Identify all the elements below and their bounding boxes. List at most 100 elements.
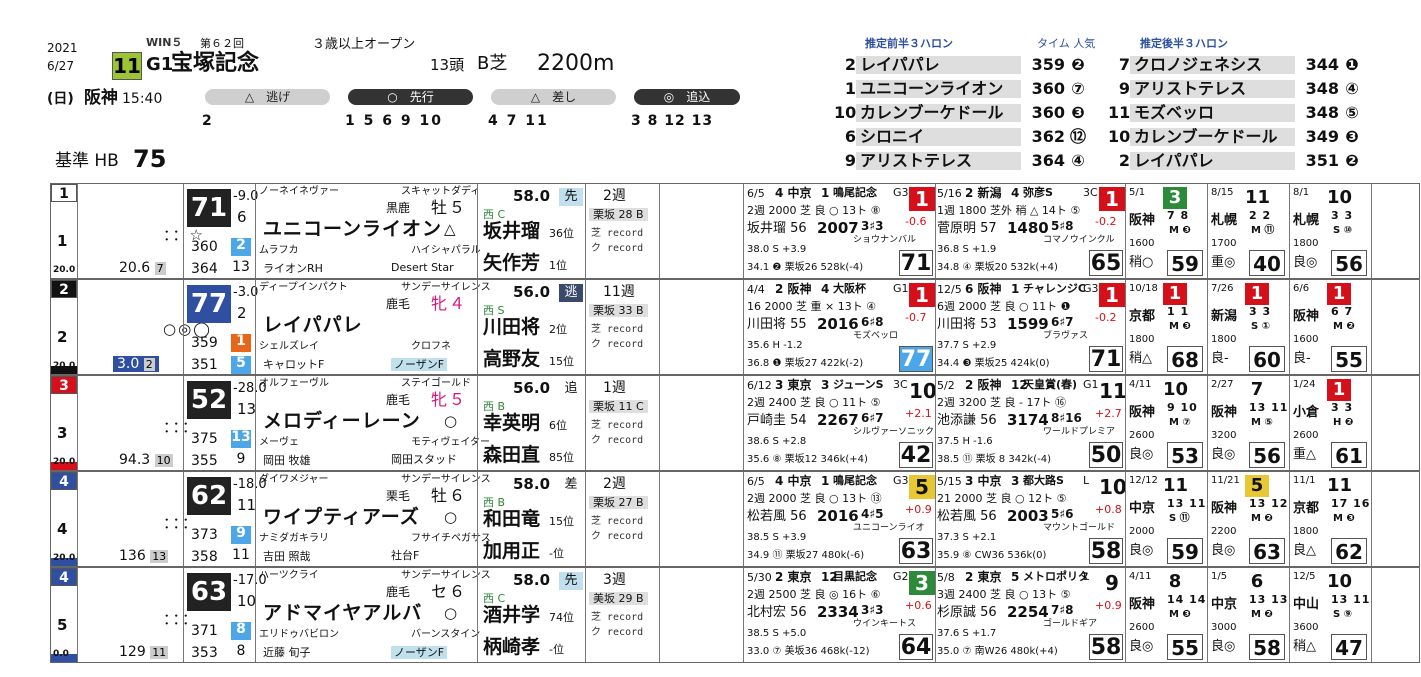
run-style-oikomi-horses: 3 8 12 13 [631,113,714,129]
old-corners: 3 3 [1331,401,1354,414]
trainer[interactable]: 高野友 [483,350,540,369]
race-place: 6 阪神 [965,282,1002,296]
back-time: 353 [191,645,218,661]
jockey-rank: 2位 [549,323,567,336]
horse-row[interactable]: 1 1 20.0 ：：☆ 20.6 7 71 -9.0 6 360 2 364 13 ノーネイネヴァース… [50,183,1420,279]
back-time-rank: 13 [232,259,250,275]
workout: 美坂 29 B [589,592,648,605]
margin: -0.2 [1095,215,1117,228]
horse-name[interactable]: ユニコーンライオン [263,220,442,239]
horse-name[interactable]: メロディーレーン [263,412,421,431]
race-place: 4 中京 [775,474,812,488]
race-speed-index: 65 [1089,250,1123,276]
corner-position: 8♯16 [1051,411,1082,425]
pace-popularity: ❷ [1071,55,1085,74]
horse-row[interactable]: 3 3 20.0：：： 94.3 10 52 -28.0 13 375 13 355 9 オルフェーヴ… [50,375,1420,471]
horse-row[interactable]: 4 4 20.0：：： 136 13 62 -18.0 11 373 9 358 11 ダイワメジャー… [50,471,1420,567]
corner-position: 7♯8 [1051,603,1074,617]
race-conditions: 6週 2000 芝 良 ○ 11ト ❶ [937,300,1071,313]
horse-row[interactable]: 2 2 20.0 ○◎◯ 3.0 2 77 -3.0 2 359 1 351 5 ディープインパクト サン… [50,279,1420,375]
date: 6/27 [47,59,74,73]
race-grade: G3 [893,474,909,487]
year: 2021 [47,41,78,55]
horse-row[interactable]: 4 5 0.0：：： 129 11 63 -17.0 10 371 8 353 8 ハーツクライ サンデ… [50,567,1420,663]
pace-horse-no: 2 [1118,151,1130,170]
race-conditions: 3週 2400 芝 良 ○ 13ト ⑤ [937,588,1071,601]
run-style-oikomi: ◎ 追込 [634,89,740,105]
tansho-odds: 20.0 [53,457,76,467]
pace-horse-name: レイパパレ [856,56,1021,74]
tansho-odds: 20.0 [53,265,76,275]
back-pace-row: 2 レイパパレ 351 ❷ [1108,152,1365,170]
umaban: 2 [57,328,68,346]
race-speed-index: 58 [1089,634,1123,660]
dam: メーヴェ [259,437,299,448]
dam: ナミダガキラリ [259,533,329,544]
sire-sire: ステイゴールド [401,378,471,389]
old-finish: 1 [1245,283,1269,305]
rotation: 1週 [603,380,626,396]
trainer[interactable]: 柄崎孝 [483,638,540,657]
old-going: 良◎ [1129,447,1154,462]
finish-position: 3 [909,571,935,595]
margin: +0.9 [1095,599,1122,612]
race-date: 5/16 [937,187,962,200]
race-jockey: 川田将 55 [747,317,807,332]
speed-rank: 10 [237,592,257,610]
race-conditions: 21 2000 芝 良 ○ 12ト ⑤ [937,492,1067,505]
old-speed-index: 53 [1167,442,1203,468]
winner-name: ウインキートス [853,619,917,629]
old-venue: 阪神 [1293,309,1320,324]
race-date: 6/12 [747,379,772,392]
horse-name[interactable]: ワイプティアーズ [263,508,420,527]
finish-position: 10 [1099,475,1127,499]
coat-color: 栗毛 [386,489,411,503]
race-conditions: 2週 2400 芝 良 ○ 11ト ⑤ [747,396,881,409]
trainer[interactable]: 矢作芳 [483,254,540,273]
win5-label: WIN５ [146,36,183,49]
trainer[interactable]: 加用正 [483,542,540,561]
old-pace: H ❷ [1333,417,1354,428]
jockey[interactable]: 幸英明 [483,414,540,433]
run-style: 差 [564,477,578,492]
horse-name[interactable]: アドマイヤアルバ [263,604,422,623]
trainer[interactable]: 森田直 [483,446,540,465]
age: ４ [449,294,466,313]
pace-time: 351 [1305,151,1339,170]
pace-popularity: ❷ [1345,151,1359,170]
old-corners: 17 16 [1331,497,1371,510]
finish-position: 11 [1099,379,1127,403]
old-race-date: 6/6 [1293,283,1310,294]
jockey[interactable]: 坂井瑠 [483,222,540,241]
field-size: 13頭 [430,56,465,74]
stable-class: 西 C [483,592,506,605]
old-corners: 14 14 [1167,593,1207,606]
old-corners: 13 11 [1167,497,1207,510]
race-title: メトロポリタ [1023,570,1089,583]
jockey[interactable]: 和田竜 [483,510,540,529]
rotation: 2週 [603,476,626,492]
old-corners: 9 10 [1167,401,1198,414]
race-pace: 37.7 S +2.9 [937,340,997,351]
back-time-rank: 9 [236,451,246,467]
race-condition: ３歳以上オープン [312,37,416,52]
race-no: 1 [821,474,830,488]
speed-rank: 13 [237,400,257,418]
pace-time: 360 [1031,103,1065,122]
run-style: 先 [559,188,583,206]
race-jockey: 松若風 56 [937,509,997,524]
race-no: 4 [821,282,830,296]
pace-horse-name: モズベッロ [1130,104,1295,122]
jockey[interactable]: 酒井学 [483,606,540,625]
carried-weight: 56.0 [513,283,551,301]
race-pace: 38.5 S +5.0 [747,628,807,639]
coat-color: 鹿毛 [386,393,411,407]
stable-class: 西 B [483,400,506,413]
breeder: 社台F [391,549,420,562]
jockey[interactable]: 川田将 [483,318,540,337]
horse-name[interactable]: レイパパレ [263,316,363,335]
race-grade: G1 [893,282,909,295]
back-pace-row: 10 カレンブーケドール 349 ❸ [1108,128,1365,146]
jockey-rank: 74位 [549,611,574,624]
pace-horse-no: 10 [834,103,857,122]
